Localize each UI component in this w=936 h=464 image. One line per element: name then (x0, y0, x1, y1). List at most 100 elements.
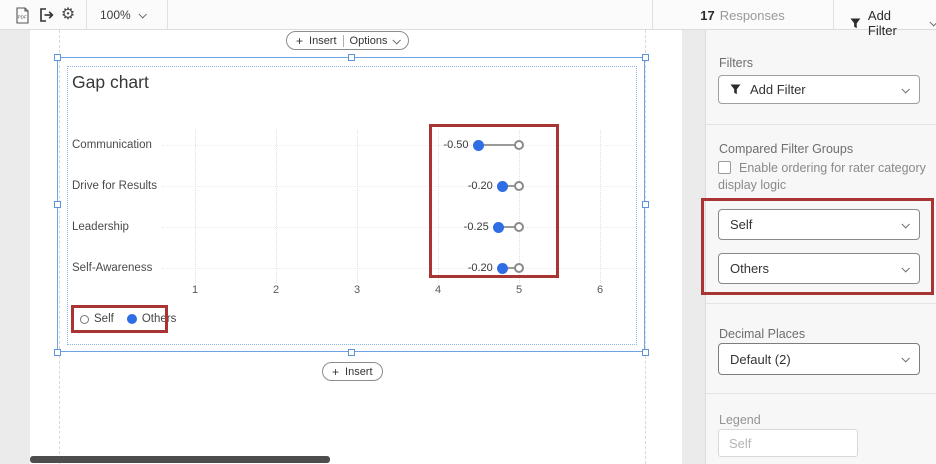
sidebar-divider (706, 124, 936, 125)
zoom-level-dropdown[interactable]: 100% (100, 8, 147, 22)
responses-counter: 17 Responses (652, 0, 833, 30)
settings-sidebar: Filters Add Filter Compared Filter Group… (705, 30, 936, 464)
category-label: Communication (72, 139, 152, 151)
filter-funnel-icon (850, 18, 861, 28)
chevron-down-icon (392, 35, 402, 45)
self-dot (514, 263, 524, 273)
pill-divider (342, 34, 344, 47)
sidebar-divider (706, 393, 936, 394)
rater-group-dropdown-self[interactable]: Self (718, 209, 920, 240)
settings-gear-icon[interactable]: ⚙ (58, 4, 78, 26)
self-dot (514, 222, 524, 232)
bottom-insert-pill[interactable]: + Insert (322, 362, 383, 381)
decimal-places-value: Default (2) (730, 351, 791, 367)
legend-text-input[interactable] (718, 429, 858, 457)
plus-icon: + (296, 33, 304, 48)
rater-group-dropdown-others[interactable]: Others (718, 253, 920, 284)
others-dot (497, 262, 509, 274)
category-label: Self-Awareness (72, 262, 153, 274)
grid-line-vertical (195, 130, 196, 283)
x-axis-tick-label: 4 (434, 284, 442, 296)
insert-button-label[interactable]: Insert (309, 35, 337, 47)
filter-funnel-icon (730, 84, 741, 95)
insert-options-pill[interactable]: + Insert Options (286, 31, 410, 50)
grid-line-vertical (276, 130, 277, 283)
compared-filter-groups-heading: Compared Filter Groups (719, 142, 854, 156)
ordering-checkbox[interactable] (718, 161, 731, 174)
grid-line-horizontal (162, 227, 642, 228)
selection-handle-bottom-left[interactable] (54, 349, 61, 356)
plus-icon: + (332, 364, 340, 379)
decimal-places-dropdown[interactable]: Default (2) (718, 343, 920, 375)
add-filter-toolbar-button[interactable]: Add Filter (850, 8, 936, 38)
self-open-circle-icon (80, 314, 89, 324)
selection-handle-top-left[interactable] (54, 54, 61, 61)
others-dot (493, 221, 505, 233)
gap-value-label: -0.20 (467, 262, 493, 274)
x-axis-tick-label: 3 (353, 284, 361, 296)
gap-value-label: -0.50 (443, 139, 469, 151)
options-button-label[interactable]: Options (350, 35, 388, 47)
x-axis-tick-label: 1 (191, 284, 199, 296)
category-label: Leadership (72, 221, 129, 233)
report-editor: PDF ⚙ 100% 17 Responses Add Filter Gap c… (0, 0, 936, 464)
insert-button-label[interactable]: Insert (345, 366, 373, 378)
export-share-icon[interactable] (36, 4, 56, 26)
x-axis-tick-label: 5 (515, 284, 523, 296)
chevron-down-icon (929, 18, 936, 27)
legend-item-others: Others (126, 313, 177, 325)
others-filled-circle-icon (126, 314, 137, 324)
legend-item-self: Self (80, 313, 114, 325)
decimal-places-heading: Decimal Places (719, 327, 806, 341)
responses-count: 17 (700, 7, 715, 23)
legend-self-label: Self (94, 313, 114, 325)
sidebar-divider (706, 303, 936, 304)
selection-handle-mid-left[interactable] (54, 201, 61, 208)
selection-handle-top-center[interactable] (348, 54, 355, 61)
grid-line-horizontal (162, 186, 642, 187)
chevron-down-icon (901, 84, 910, 94)
report-page: Gap chart 1 2 3 4 5 6 Communication -0.50 Drive … (30, 30, 682, 464)
legend-heading: Legend (719, 413, 761, 427)
gap-chart-widget-border[interactable] (67, 66, 637, 345)
chevron-down-icon (138, 10, 147, 19)
grid-line-horizontal (162, 145, 642, 146)
add-filter-label: Add Filter (867, 8, 897, 38)
gap-value-label: -0.25 (463, 221, 489, 233)
chevron-down-icon (901, 263, 910, 273)
grid-line-vertical (357, 130, 358, 283)
selection-handle-top-right[interactable] (642, 54, 649, 61)
top-toolbar: PDF ⚙ 100% 17 Responses Add Filter (0, 0, 936, 38)
toolbar-divider (86, 0, 87, 29)
svg-text:PDF: PDF (17, 14, 26, 19)
chevron-down-icon (901, 219, 910, 229)
toolbar-divider (833, 0, 834, 29)
page-margin-guide (645, 30, 646, 464)
category-label: Drive for Results (72, 180, 157, 192)
responses-label: Responses (719, 7, 785, 23)
pdf-export-icon[interactable]: PDF (12, 4, 32, 26)
filters-heading: Filters (719, 56, 754, 70)
gap-value-label: -0.20 (467, 180, 493, 192)
rater-group-others-value: Others (730, 261, 770, 276)
others-dot (473, 139, 484, 151)
zoom-level-value: 100% (100, 8, 131, 22)
self-dot (514, 140, 524, 150)
legend-others-label: Others (141, 313, 177, 325)
ordering-checkbox-row: Enable ordering for rater category displ… (718, 160, 930, 194)
self-dot (514, 181, 524, 191)
chevron-down-icon (901, 354, 910, 363)
selection-handle-bottom-right[interactable] (642, 349, 649, 356)
selection-handle-mid-right[interactable] (642, 201, 649, 208)
horizontal-scrollbar[interactable] (30, 456, 330, 463)
toolbar-divider (167, 0, 168, 29)
rater-group-self-value: Self (730, 217, 753, 232)
chart-legend: Self Others (80, 311, 176, 327)
x-axis-tick-label: 2 (272, 284, 280, 296)
selection-handle-bottom-center[interactable] (348, 349, 355, 356)
add-filter-dropdown-label: Add Filter (750, 82, 806, 97)
others-dot (497, 180, 509, 192)
add-filter-dropdown[interactable]: Add Filter (718, 75, 920, 104)
ordering-checkbox-label: Enable ordering for rater category displ… (718, 161, 926, 192)
dumbbell-line (478, 144, 519, 146)
